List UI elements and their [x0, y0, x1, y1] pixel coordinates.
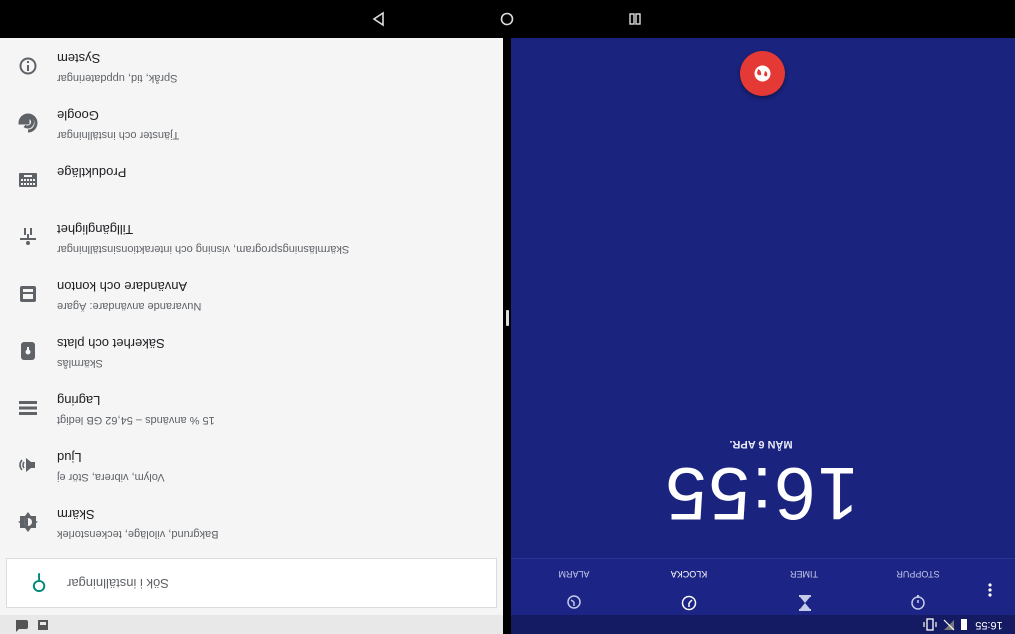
- settings-item-title: Ljud: [57, 450, 82, 465]
- split-screen-icon: [629, 13, 635, 25]
- search-placeholder: Sök i inställningar: [67, 576, 169, 591]
- search-icon: ⚲: [31, 571, 48, 596]
- overflow-menu-icon[interactable]: [983, 582, 997, 598]
- volume-icon: [14, 451, 42, 479]
- settings-item-subtitle: Volym, vibrera, Stör ej: [57, 471, 165, 483]
- split-divider[interactable]: [503, 38, 511, 634]
- tab-label: ALARM: [558, 569, 590, 579]
- clock-time: 16:55: [663, 452, 859, 535]
- navigation-bar-icons: [372, 11, 641, 27]
- home-button[interactable]: [500, 12, 514, 26]
- account-icon: [14, 280, 42, 308]
- right-status-bar: 16:55: [511, 615, 1015, 634]
- settings-item-produktläge[interactable]: Produktläge: [0, 152, 503, 209]
- settings-item-title: Skärm: [57, 507, 95, 522]
- screenshot-icon: [38, 620, 48, 630]
- tab-stoppur[interactable]: STOPPUR: [878, 565, 958, 613]
- settings-item-tillgänglighet[interactable]: Tillgänglighet Skärmläsningsprogram, visn…: [0, 209, 503, 266]
- time-display: 16:55 MÅN 6 APR.: [661, 436, 861, 535]
- settings-item-title: Användare och konton: [57, 279, 188, 294]
- settings-item-title: System: [57, 51, 101, 66]
- clock-tab-bar: ALARM KLOCKA TIMER STOPPUR: [511, 558, 1015, 616]
- settings-search-bar[interactable]: ⚲ Sök i inställningar: [6, 558, 497, 608]
- clock-date: MÅN 6 APR.: [729, 438, 793, 450]
- settings-item-användare-och-konton[interactable]: Användare och konton Nuvarande användare:…: [0, 266, 503, 323]
- settings-list: System Språk, tid, uppdateringar Google Tjä…: [0, 38, 503, 548]
- back-icon: [372, 11, 384, 27]
- vibrate-icon: [923, 618, 937, 631]
- keyboard-icon: [14, 166, 42, 194]
- left-status-strip: [0, 615, 503, 634]
- settings-item-title: Säkerhet och plats: [57, 336, 165, 351]
- settings-item-title: Google: [57, 108, 99, 123]
- home-icon: [500, 12, 514, 26]
- tab-label: STOPPUR: [896, 569, 940, 579]
- lock-icon: [14, 337, 42, 365]
- settings-item-title: Produktläge: [57, 165, 127, 180]
- globe-icon: [754, 65, 771, 82]
- chat-icon: [16, 620, 28, 632]
- settings-panel: System Språk, tid, uppdateringar Google Tjä…: [0, 38, 503, 634]
- settings-item-lagring[interactable]: Lagring 15 % används – 54,62 GB ledigt: [0, 380, 503, 437]
- world-clock-fab[interactable]: [740, 51, 785, 96]
- settings-item-skärm[interactable]: Skärm Bakgrund, viloläge, teckenstorlek: [0, 494, 503, 551]
- split-divider-handle[interactable]: [506, 310, 509, 326]
- recents-button[interactable]: [629, 13, 641, 25]
- clock-icon: [681, 594, 697, 611]
- settings-item-subtitle: 15 % används – 54,62 GB ledigt: [57, 414, 215, 426]
- info-icon: [14, 52, 42, 80]
- status-time: 16:55: [975, 619, 1003, 631]
- settings-item-ljud[interactable]: Ljud Volym, vibrera, Stör ej: [0, 437, 503, 494]
- tab-timer[interactable]: TIMER: [764, 565, 844, 613]
- stopwatch-icon: [910, 594, 926, 611]
- navigation-bar: [0, 0, 1015, 38]
- battery-icon: [961, 619, 967, 630]
- settings-item-subtitle: Nuvarande användare: Ägare: [57, 300, 202, 312]
- alarm-icon: [566, 594, 582, 611]
- tab-label: TIMER: [790, 569, 818, 579]
- settings-item-subtitle: Bakgrund, viloläge, teckenstorlek: [57, 528, 219, 540]
- settings-item-title: Lagring: [57, 393, 101, 408]
- left-status-icons: [16, 620, 48, 632]
- settings-item-google[interactable]: Google Tjänster och inställningar: [0, 95, 503, 152]
- accessibility-icon: [14, 223, 42, 251]
- storage-icon: [14, 394, 42, 422]
- settings-item-subtitle: Skärmläsningsprogram, visning och intera…: [57, 243, 350, 255]
- google-icon: [14, 109, 42, 137]
- settings-item-subtitle: Tjänster och inställningar: [57, 129, 180, 141]
- tab-klocka[interactable]: KLOCKA: [649, 565, 729, 613]
- brightness-icon: [14, 508, 42, 536]
- tab-label: KLOCKA: [670, 569, 708, 579]
- settings-item-subtitle: Skärmlås: [57, 357, 103, 369]
- tab-alarm[interactable]: ALARM: [534, 565, 614, 613]
- settings-item-subtitle: Språk, tid, uppdateringar: [57, 72, 178, 84]
- back-button[interactable]: [372, 11, 384, 27]
- settings-item-system[interactable]: System Språk, tid, uppdateringar: [0, 38, 503, 95]
- no-signal-icon: [943, 619, 955, 631]
- settings-item-säkerhet-och-plats[interactable]: Säkerhet och plats Skärmlås: [0, 323, 503, 380]
- clock-panel: 16:55 MÅN 6 APR. ALARM KLOCKA TIMER STOPPUR…: [511, 38, 1015, 634]
- settings-item-title: Tillgänglighet: [57, 222, 134, 237]
- hourglass-icon: [796, 594, 812, 611]
